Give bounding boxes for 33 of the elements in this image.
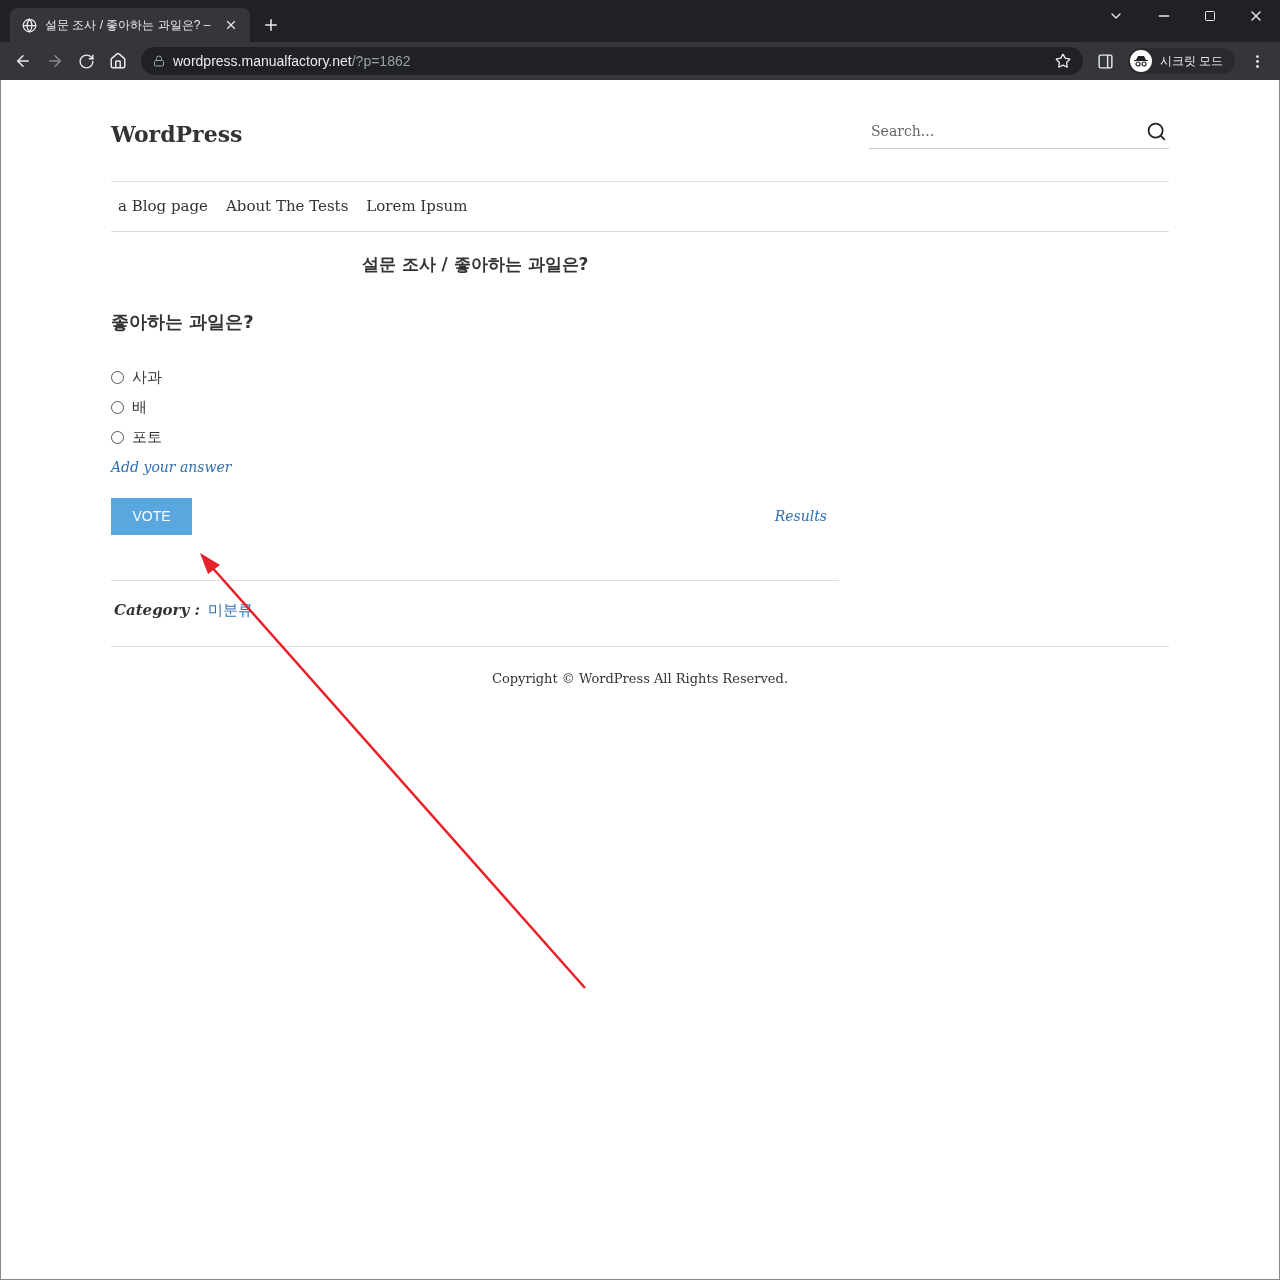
search-icon[interactable]: [1146, 121, 1167, 142]
bookmark-star-icon[interactable]: [1054, 53, 1071, 69]
category-link[interactable]: 미분류: [208, 598, 253, 621]
reload-icon[interactable]: [78, 52, 95, 70]
copyright-text: Copyright © WordPress All Rights Reserved.: [492, 670, 788, 688]
category-label: Category :: [114, 599, 200, 621]
results-link[interactable]: Results: [774, 505, 827, 527]
forward-icon[interactable]: [46, 52, 64, 70]
option-label: 포토: [132, 426, 162, 448]
address-bar[interactable]: wordpress.manualfactory.net/?p=1862: [141, 47, 1083, 75]
lock-icon: [153, 55, 165, 67]
new-tab-icon[interactable]: [262, 16, 280, 34]
nav-link[interactable]: About The Tests: [225, 195, 349, 218]
search-field[interactable]: Search...: [869, 114, 1169, 149]
back-icon[interactable]: [14, 52, 32, 70]
poll-question: 좋아하는 과일은?: [111, 309, 255, 334]
option-label: 배: [132, 396, 147, 418]
incognito-icon: [1129, 50, 1152, 72]
add-answer-link[interactable]: Add your answer: [111, 456, 839, 478]
home-icon[interactable]: [109, 52, 127, 70]
option-label: 사과: [132, 366, 162, 388]
side-panel-icon[interactable]: [1096, 52, 1114, 70]
close-icon[interactable]: [224, 18, 238, 32]
post-title: 설문 조사 / 좋아하는 과일은?: [360, 253, 590, 276]
site-title[interactable]: WordPress: [111, 118, 243, 151]
browser-tab[interactable]: 설문 조사 / 좋아하는 과일은? –: [10, 8, 250, 42]
nav-link[interactable]: Lorem Ipsum: [366, 195, 468, 218]
globe-icon: [22, 17, 37, 33]
incognito-badge[interactable]: 시크릿 모드: [1127, 48, 1235, 74]
nav-link[interactable]: a Blog page: [118, 195, 208, 218]
url-text: wordpress.manualfactory.net/?p=1862: [173, 51, 412, 71]
tab-title: 설문 조사 / 좋아하는 과일은? –: [45, 17, 212, 34]
maximize-icon[interactable]: [1204, 10, 1216, 22]
